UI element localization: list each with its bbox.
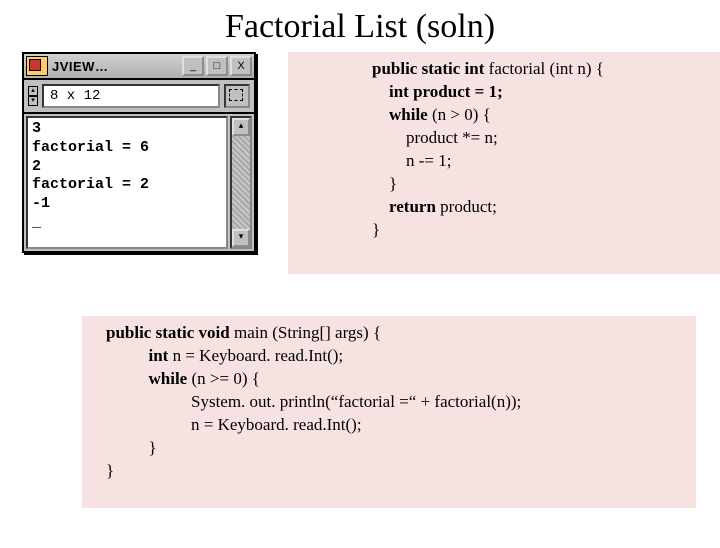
minimize-button[interactable]: _	[182, 56, 204, 76]
spin-up-icon[interactable]: ▴	[28, 86, 38, 96]
jview-window: JVIEW… _ □ X ▴ ▾ 8 x 12 3 factorial = 6 …	[22, 52, 256, 253]
font-size-display: 8 x 12	[42, 84, 220, 108]
scroll-down-icon[interactable]: ▾	[232, 229, 250, 247]
font-toolbar: ▴ ▾ 8 x 12	[24, 80, 254, 114]
console-output: 3 factorial = 6 2 factorial = 2 -1 _	[26, 116, 228, 249]
window-title: JVIEW…	[52, 59, 180, 74]
code-main: public static void main (String[] args) …	[82, 316, 696, 508]
titlebar: JVIEW… _ □ X	[24, 54, 254, 80]
code-factorial: public static int factorial (int n) { in…	[288, 52, 720, 274]
vertical-scrollbar[interactable]: ▴ ▾	[230, 116, 252, 249]
close-button[interactable]: X	[230, 56, 252, 76]
scroll-up-icon[interactable]: ▴	[232, 118, 250, 136]
console-wrap: 3 factorial = 6 2 factorial = 2 -1 _ ▴ ▾	[24, 114, 254, 251]
slide-title: Factorial List (soln)	[0, 8, 720, 46]
spin-down-icon[interactable]: ▾	[28, 96, 38, 106]
font-size-spinner[interactable]: ▴ ▾	[28, 86, 38, 106]
system-menu-icon[interactable]	[26, 56, 48, 76]
selection-tool-icon[interactable]	[224, 84, 250, 108]
maximize-button[interactable]: □	[206, 56, 228, 76]
slide-content: JVIEW… _ □ X ▴ ▾ 8 x 12 3 factorial = 6 …	[0, 52, 720, 532]
